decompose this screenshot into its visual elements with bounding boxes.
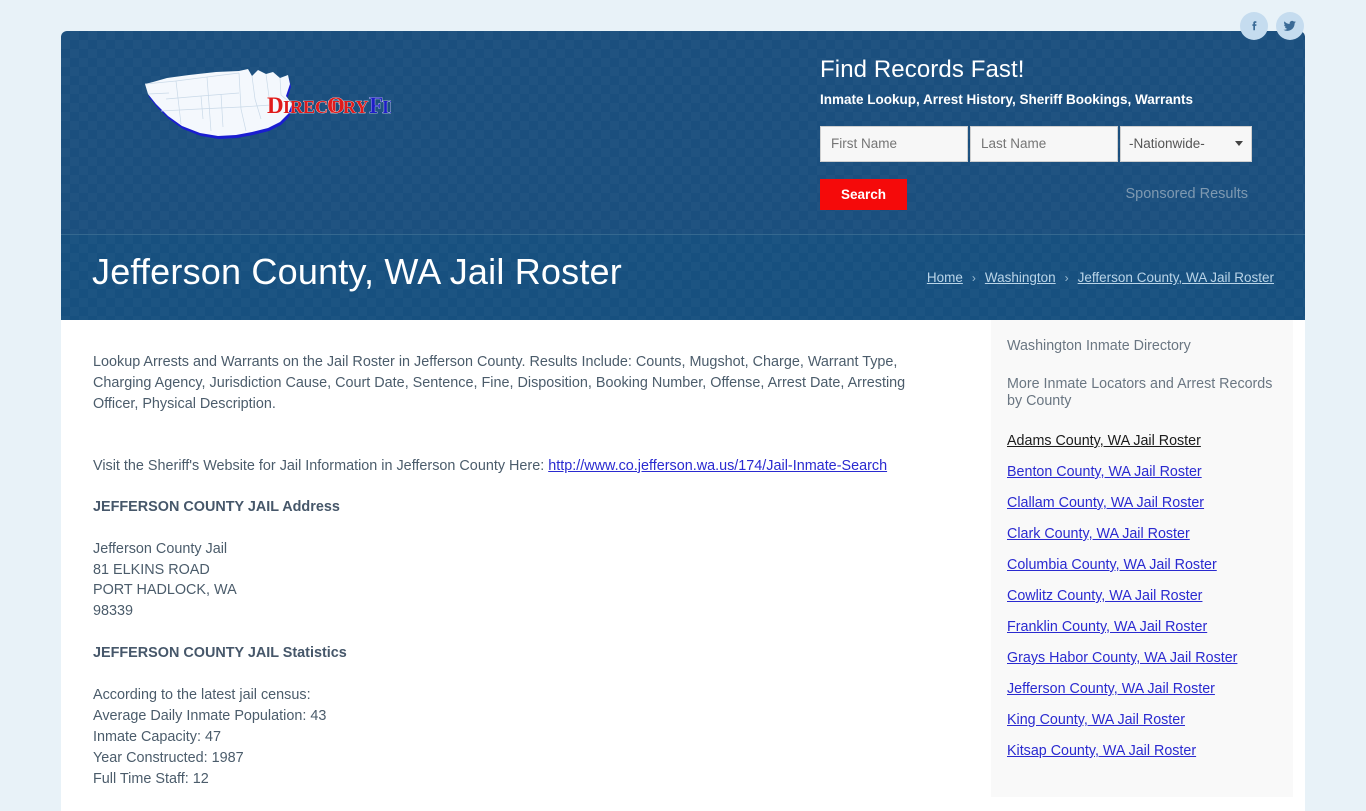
address-heading: JEFFERSON COUNTY JAIL Address — [93, 498, 340, 515]
breadcrumb: Home › Washington › Jefferson County, WA… — [927, 270, 1274, 285]
jail-address-block: Jefferson County Jail 81 ELKINS ROAD POR… — [93, 539, 971, 623]
address-line: 81 ELKINS ROAD — [93, 561, 210, 578]
sidebar-item-jefferson[interactable]: Jefferson County, WA Jail Roster — [1007, 681, 1215, 697]
statistics-line: Year Constructed: 1987 — [93, 749, 244, 766]
sidebar-subheading: More Inmate Locators and Arrest Records … — [1007, 376, 1273, 409]
list-item: Jefferson County, WA Jail Roster — [1007, 680, 1275, 699]
list-item: Columbia County, WA Jail Roster — [1007, 556, 1275, 575]
svg-text:RY: RY — [343, 97, 368, 117]
page-container: D IRECT O RY F INDER Find Records Fast! … — [61, 31, 1305, 811]
chevron-down-icon — [1235, 141, 1243, 147]
facebook-icon[interactable] — [1240, 12, 1268, 40]
sheriff-website-link[interactable]: http://www.co.jefferson.wa.us/174/Jail-I… — [548, 458, 887, 474]
address-line: 98339 — [93, 603, 134, 620]
sidebar-heading: Washington Inmate Directory — [1007, 338, 1191, 354]
sidebar-item-cowlitz[interactable]: Cowlitz County, WA Jail Roster — [1007, 588, 1202, 604]
header-title: Find Records Fast! — [820, 56, 1025, 83]
header-subtitle: Inmate Lookup, Arrest History, Sheriff B… — [820, 92, 1194, 108]
sidebar-item-king[interactable]: King County, WA Jail Roster — [1007, 712, 1185, 728]
search-fields-row: -Nationwide- — [820, 125, 1270, 162]
site-header: D IRECT O RY F INDER Find Records Fast! … — [61, 31, 1305, 234]
sidebar-item-clark[interactable]: Clark County, WA Jail Roster — [1007, 526, 1190, 542]
statistics-line: Full Time Staff: 12 — [93, 770, 209, 787]
sidebar-item-benton[interactable]: Benton County, WA Jail Roster — [1007, 464, 1202, 480]
list-item: Clallam County, WA Jail Roster — [1007, 494, 1275, 513]
list-item: Franklin County, WA Jail Roster — [1007, 618, 1275, 637]
state-select[interactable]: -Nationwide- — [1120, 125, 1252, 162]
sidebar-item-columbia[interactable]: Columbia County, WA Jail Roster — [1007, 557, 1217, 573]
svg-text:INDER: INDER — [382, 97, 391, 117]
content-area: Lookup Arrests and Warrants on the Jail … — [61, 320, 1305, 811]
address-line: PORT HADLOCK, WA — [93, 582, 237, 599]
sidebar: Washington Inmate Directory More Inmate … — [991, 320, 1293, 797]
sheriff-website-paragraph: Visit the Sheriff's Website for Jail Inf… — [93, 456, 933, 477]
list-item: Adams County, WA Jail Roster — [1007, 432, 1275, 451]
address-line: Jefferson County Jail — [93, 540, 228, 557]
statistics-line: Inmate Capacity: 47 — [93, 729, 221, 746]
statistics-heading: JEFFERSON COUNTY JAIL Statistics — [93, 645, 347, 662]
svg-text:F: F — [369, 93, 383, 118]
list-item: Cowlitz County, WA Jail Roster — [1007, 587, 1275, 606]
sidebar-item-kitsap[interactable]: Kitsap County, WA Jail Roster — [1007, 743, 1196, 759]
sidebar-item-clallam[interactable]: Clallam County, WA Jail Roster — [1007, 495, 1204, 511]
page-title-band: Jefferson County, WA Jail Roster Home › … — [61, 234, 1305, 320]
breadcrumb-separator: › — [971, 270, 976, 285]
statistics-line: Average Daily Inmate Population: 43 — [93, 708, 327, 725]
sponsored-results-label: Sponsored Results — [1125, 186, 1248, 203]
site-logo[interactable]: D IRECT O RY F INDER — [141, 69, 391, 149]
intro-paragraph: Lookup Arrests and Warrants on the Jail … — [93, 354, 906, 412]
list-item: Kitsap County, WA Jail Roster — [1007, 742, 1275, 761]
list-item: Benton County, WA Jail Roster — [1007, 463, 1275, 482]
sidebar-item-adams[interactable]: Adams County, WA Jail Roster — [1007, 433, 1201, 449]
search-button[interactable]: Search — [820, 178, 907, 210]
statistics-line: According to the latest jail census: — [93, 687, 311, 704]
sidebar-item-franklin[interactable]: Franklin County, WA Jail Roster — [1007, 619, 1207, 635]
breadcrumb-item-current[interactable]: Jefferson County, WA Jail Roster — [1078, 270, 1274, 285]
breadcrumb-item-home[interactable]: Home — [927, 270, 963, 285]
visit-prefix-text: Visit the Sheriff's Website for Jail Inf… — [93, 457, 549, 474]
breadcrumb-separator: › — [1064, 270, 1069, 285]
twitter-icon[interactable] — [1276, 12, 1304, 40]
sidebar-county-links: Adams County, WA Jail Roster Benton Coun… — [1007, 432, 1275, 761]
list-item: Clark County, WA Jail Roster — [1007, 525, 1275, 544]
jail-statistics-block: According to the latest jail census: Ave… — [93, 685, 971, 790]
sidebar-item-grays-habor[interactable]: Grays Habor County, WA Jail Roster — [1007, 650, 1237, 666]
list-item: Grays Habor County, WA Jail Roster — [1007, 649, 1275, 668]
social-links — [1240, 12, 1304, 40]
main-column: Lookup Arrests and Warrants on the Jail … — [61, 320, 971, 811]
svg-text:D: D — [267, 93, 284, 118]
last-name-input[interactable] — [970, 125, 1118, 162]
first-name-input[interactable] — [820, 125, 968, 162]
list-item: King County, WA Jail Roster — [1007, 711, 1275, 730]
page-title: Jefferson County, WA Jail Roster — [92, 251, 622, 292]
header-search-panel: Find Records Fast! Inmate Lookup, Arrest… — [820, 56, 1270, 210]
state-select-value: -Nationwide- — [1129, 136, 1205, 152]
breadcrumb-item-washington[interactable]: Washington — [985, 270, 1056, 285]
search-action-row: Search Sponsored Results — [820, 178, 1270, 210]
